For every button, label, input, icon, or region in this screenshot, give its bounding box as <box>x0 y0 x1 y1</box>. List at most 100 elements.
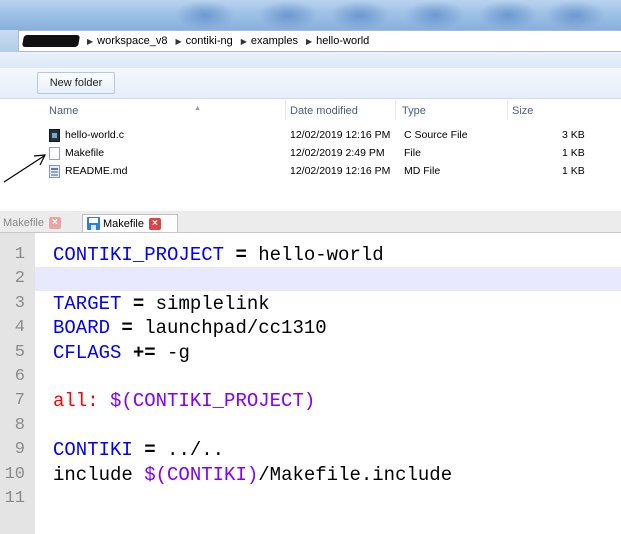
line-number: 3 <box>14 293 25 313</box>
column-header-name[interactable]: Name <box>49 105 78 117</box>
file-date: 12/02/2019 12:16 PM <box>290 165 391 177</box>
code-token: include <box>53 463 145 486</box>
line-number: 2 <box>14 269 25 289</box>
redacted-path-segment <box>21 35 81 47</box>
annotation-arrow-icon <box>3 154 47 183</box>
code-token: $( <box>110 390 133 413</box>
breadcrumb-examples[interactable]: examples <box>251 35 298 47</box>
code-token: CONTIKI <box>167 463 247 486</box>
code-line[interactable]: 9 CONTIKI = ../.. <box>0 438 621 462</box>
code-token: simplelink <box>144 292 270 315</box>
column-header-date-modified[interactable]: Date modified <box>290 105 358 117</box>
file-type: File <box>404 147 421 159</box>
file-row-makefile[interactable]: Makefile 12/02/2019 2:49 PM File 1 KB <box>37 146 621 162</box>
code-token: CFLAGS <box>53 341 122 364</box>
file-name: Makefile <box>65 147 105 159</box>
line-number: 9 <box>14 440 25 460</box>
line-number: 7 <box>14 391 25 411</box>
line-source: CFLAGS += -g <box>53 341 190 365</box>
code-token: ../.. <box>155 439 225 462</box>
back-forward-area <box>0 30 18 52</box>
code-token: = <box>121 317 133 340</box>
code-line[interactable]: 6 <box>0 365 621 389</box>
file-type: MD File <box>404 165 441 177</box>
file-name: hello-world.c <box>65 129 124 141</box>
line-number: 6 <box>14 367 25 386</box>
code-line[interactable]: 1 CONTIKI_PROJECT = hello-world <box>0 243 621 267</box>
breadcrumb-hello-world[interactable]: hello-world <box>316 35 369 47</box>
tab-label: Makefile <box>103 217 144 230</box>
new-folder-button[interactable]: New folder <box>37 72 115 94</box>
code-token: = <box>235 244 247 266</box>
file-size: 3 KB <box>562 129 585 141</box>
code-token: BOARD <box>53 317 111 340</box>
column-header-type[interactable]: Type <box>402 105 426 117</box>
code-token: /Makefile.include <box>258 463 453 486</box>
line-number: 5 <box>14 342 25 362</box>
code-line[interactable]: 4 BOARD = launchpad/cc1310 <box>0 316 621 340</box>
line-number: 4 <box>14 318 25 338</box>
code-token: hello-world <box>246 244 384 266</box>
code-token: = <box>132 292 145 315</box>
code-line[interactable]: 11 <box>0 487 621 511</box>
line-number: 10 <box>4 464 25 484</box>
current-line-highlight <box>35 267 621 292</box>
code-token: TARGET <box>53 292 122 315</box>
file-date: 12/02/2019 2:49 PM <box>290 147 385 159</box>
code-token: = <box>144 439 156 462</box>
column-headers: Name ▲ Date modified Type Size <box>37 100 621 120</box>
breadcrumb-separator-icon: ▶ <box>305 36 313 46</box>
file-row-readme-md[interactable]: README.md 12/02/2019 12:16 PM MD File 1 … <box>37 164 621 180</box>
file-explorer-window: ▶ workspace_v8 ▶ contiki-ng ▶ examples ▶… <box>0 0 621 210</box>
code-token: += <box>132 341 156 364</box>
line-source: TARGET = simplelink <box>53 292 270 316</box>
code-line[interactable]: 2 <box>0 267 621 292</box>
tab-makefile-active[interactable]: Makefile × <box>82 214 178 232</box>
line-source: include $(CONTIKI)/Makefile.include <box>53 463 452 487</box>
line-number: 8 <box>14 415 25 435</box>
tab-makefile-inactive[interactable]: Makefile × <box>0 214 82 232</box>
file-size: 1 KB <box>562 147 585 159</box>
file-date: 12/02/2019 12:16 PM <box>290 129 391 141</box>
line-source: CONTIKI_PROJECT = hello-world <box>53 243 384 267</box>
code-token: ) <box>246 463 259 486</box>
menu-band <box>0 52 621 69</box>
breadcrumb-workspace[interactable]: workspace_v8 <box>97 35 167 47</box>
line-source: CONTIKI = ../.. <box>53 438 224 462</box>
code-line[interactable]: 7 all: $(CONTIKI_PROJECT) <box>0 389 621 413</box>
line-source: BOARD = launchpad/cc1310 <box>53 316 327 340</box>
breadcrumb-contiki-ng[interactable]: contiki-ng <box>186 35 233 47</box>
sort-indicator-icon: ▲ <box>194 105 201 112</box>
code-line[interactable]: 5 CFLAGS += -g <box>0 341 621 365</box>
code-token: launchpad/cc1310 <box>132 317 327 340</box>
breadcrumb-separator-icon: ▶ <box>87 36 94 46</box>
code-token: -g <box>155 341 190 364</box>
save-status-floppy-icon <box>87 217 100 230</box>
column-header-size[interactable]: Size <box>512 105 533 117</box>
tab-label: Makefile <box>3 217 44 229</box>
line-number: 1 <box>14 245 25 264</box>
code-line[interactable]: 3 TARGET = simplelink <box>0 292 621 316</box>
line-source: all: $(CONTIKI_PROJECT) <box>53 389 315 413</box>
file-type: C Source File <box>404 129 468 141</box>
code-token: CONTIKI_PROJECT <box>132 390 304 413</box>
breadcrumb-separator-icon: ▶ <box>175 36 182 46</box>
code-line[interactable]: 10 include $(CONTIKI)/Makefile.include <box>0 463 621 487</box>
line-number: 11 <box>4 489 25 508</box>
address-bar[interactable]: ▶ workspace_v8 ▶ contiki-ng ▶ examples ▶… <box>18 30 621 52</box>
file-size: 1 KB <box>562 165 585 177</box>
close-icon[interactable]: × <box>48 217 61 229</box>
window-title-bar <box>0 0 621 30</box>
code-token: all: <box>53 390 99 413</box>
file-row-hello-world-c[interactable]: hello-world.c 12/02/2019 12:16 PM C Sour… <box>37 128 621 144</box>
file-name: README.md <box>65 165 128 177</box>
code-token: CONTIKI <box>53 439 133 462</box>
close-icon[interactable]: × <box>148 217 161 230</box>
code-line[interactable]: 8 <box>0 414 621 438</box>
code-token: CONTIKI_PROJECT <box>53 244 225 266</box>
